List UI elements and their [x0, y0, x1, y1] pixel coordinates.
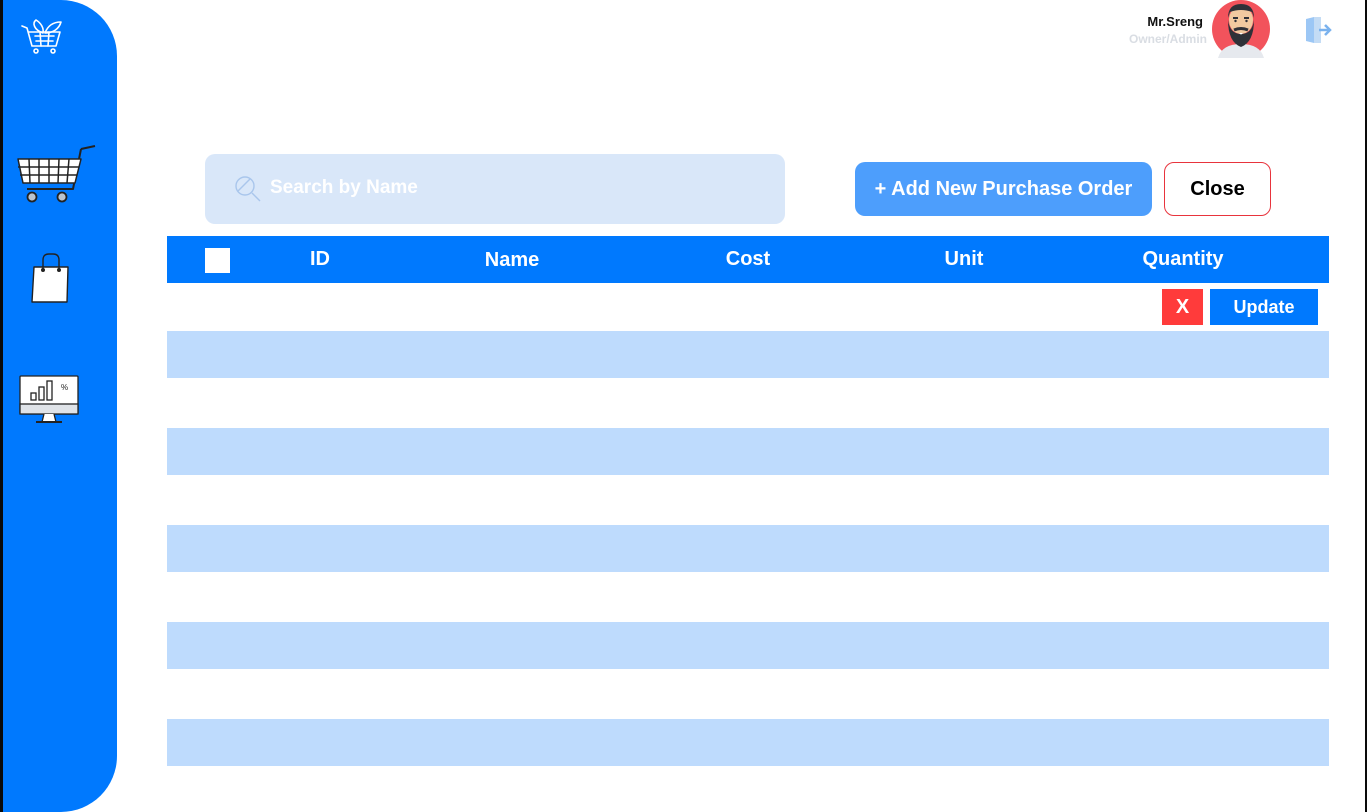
add-purchase-order-button[interactable]: + Add New Purchase Order — [855, 162, 1152, 216]
sales-report-monitor-icon[interactable]: % — [18, 374, 82, 428]
user-role: Owner/Admin — [1128, 32, 1207, 46]
logout-icon[interactable] — [1303, 16, 1333, 44]
table-row[interactable] — [167, 622, 1329, 669]
shopping-bag-icon[interactable] — [29, 252, 73, 306]
close-button[interactable]: Close — [1164, 162, 1271, 216]
logo-icon — [21, 19, 62, 54]
svg-text:%: % — [61, 383, 68, 392]
table-row[interactable] — [167, 428, 1329, 475]
table-row[interactable] — [167, 719, 1329, 766]
update-button[interactable]: Update — [1210, 289, 1318, 325]
column-header-id: ID — [310, 248, 330, 270]
select-all-checkbox[interactable] — [205, 248, 230, 273]
table-header: ID Name Cost Unit Quantity — [167, 236, 1329, 283]
avatar[interactable] — [1212, 0, 1270, 58]
sidebar: % — [3, 0, 117, 812]
column-header-unit: Unit — [944, 248, 984, 270]
table-row[interactable] — [167, 525, 1329, 572]
user-name: Mr.Sreng — [1147, 14, 1203, 29]
cart-icon[interactable] — [15, 143, 99, 205]
delete-row-button[interactable]: X — [1162, 289, 1203, 325]
column-header-quantity: Quantity — [1142, 248, 1224, 270]
search-icon — [235, 176, 261, 202]
column-header-name: Name — [484, 249, 540, 271]
column-header-cost: Cost — [725, 248, 771, 270]
search-input[interactable] — [270, 170, 770, 206]
table-row[interactable] — [167, 331, 1329, 378]
